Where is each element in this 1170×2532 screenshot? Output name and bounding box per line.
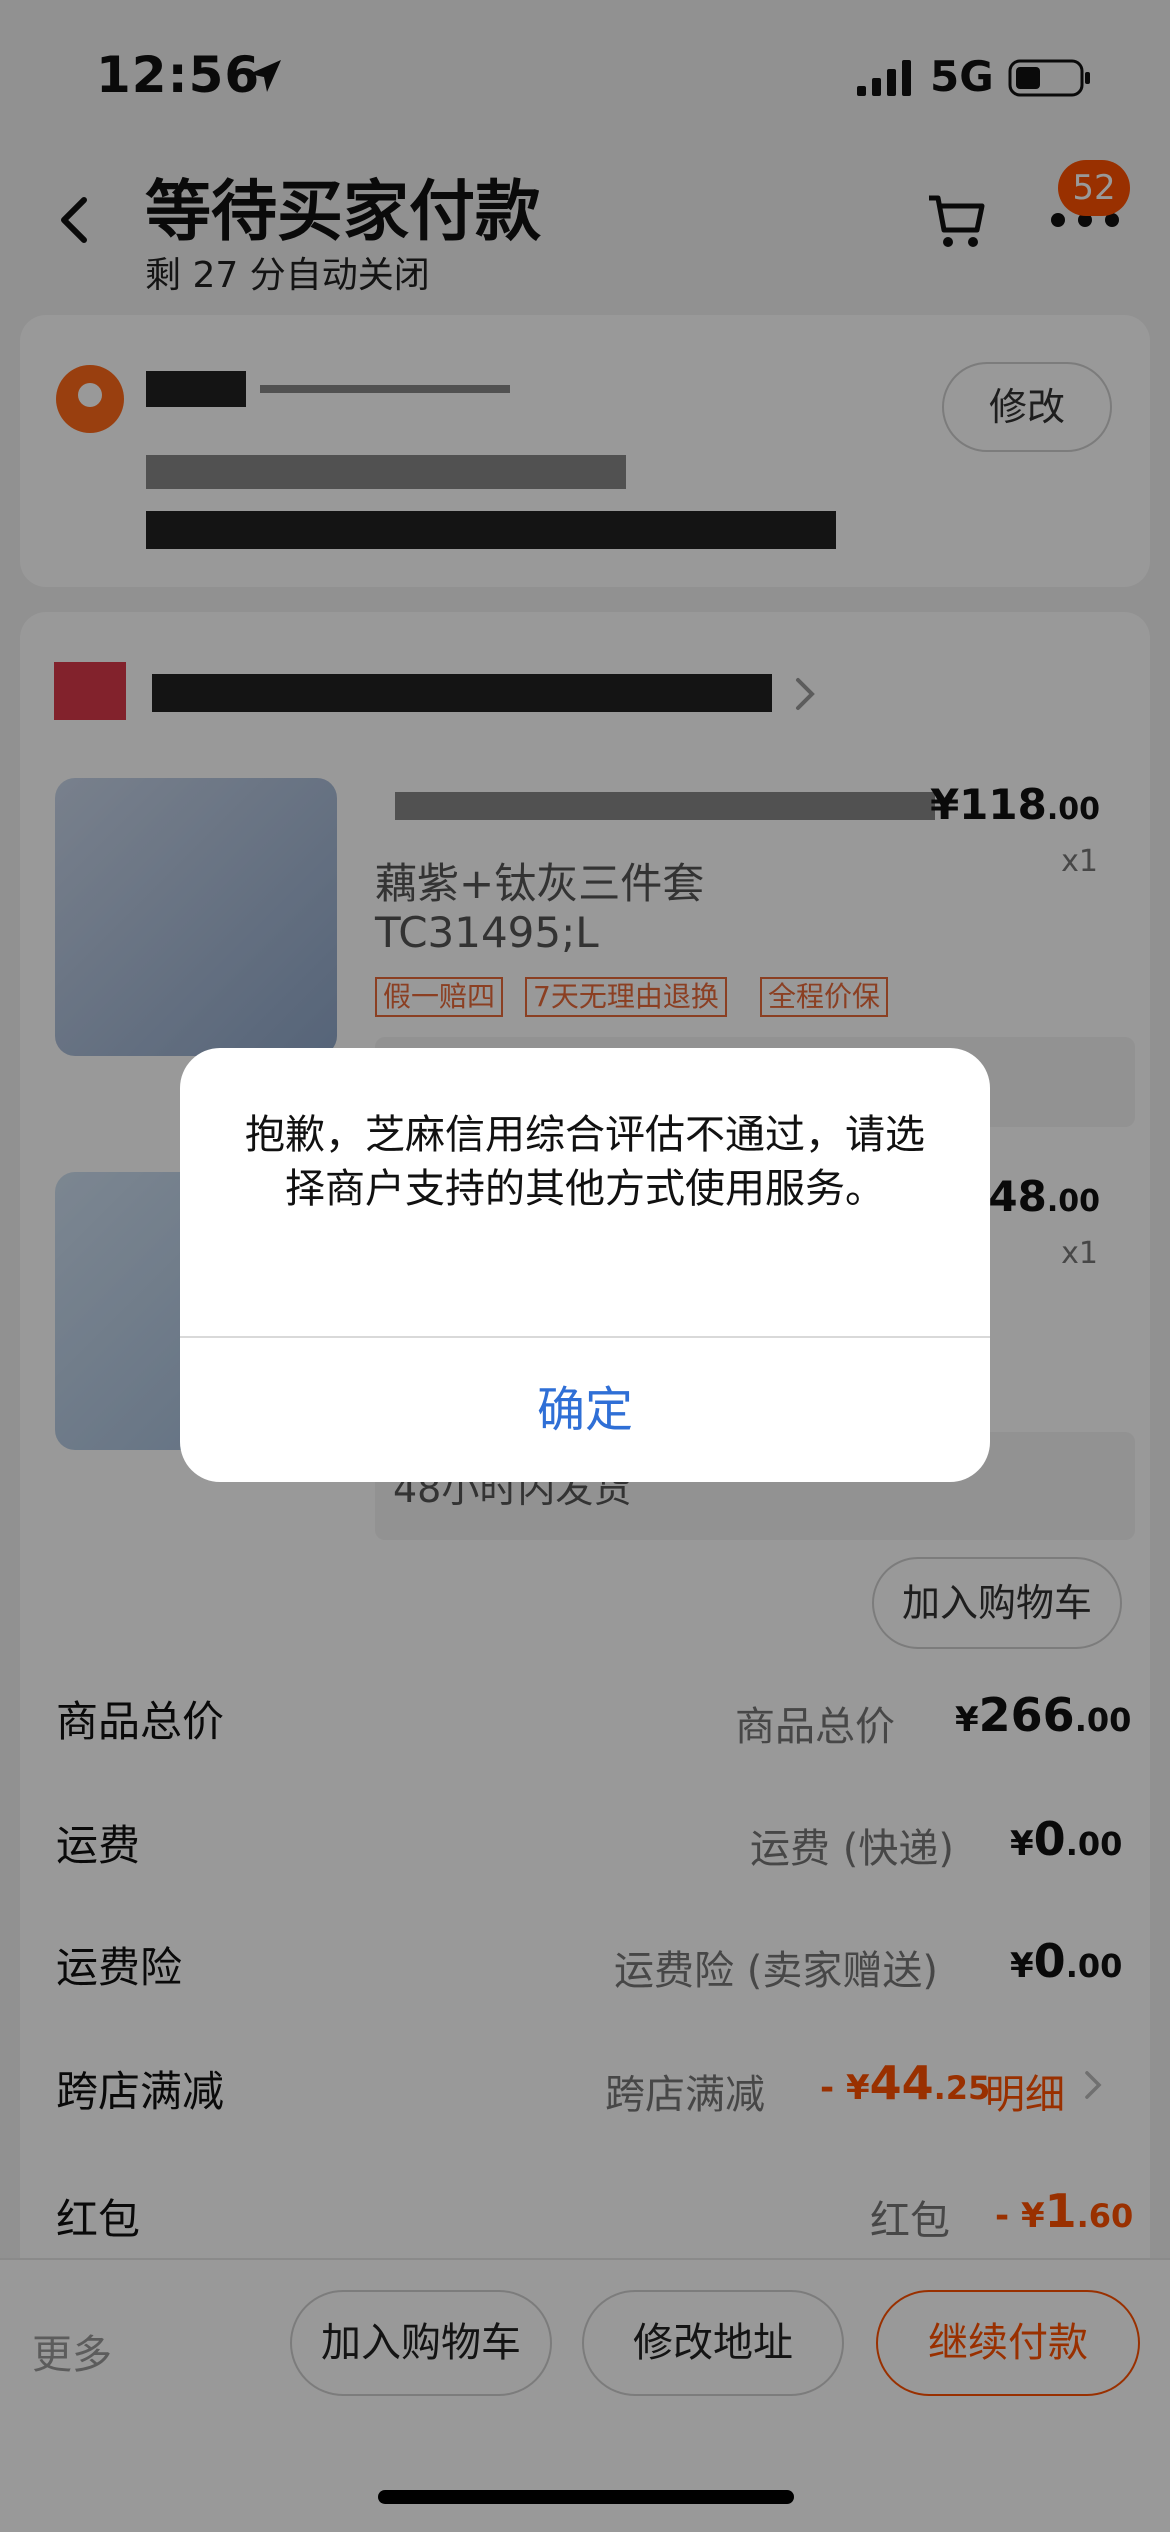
alert-dialog: 抱歉，芝麻信用综合评估不通过，请选择商户支持的其他方式使用服务。 确定 (180, 1048, 990, 1482)
alert-confirm-button[interactable]: 确定 (180, 1338, 990, 1482)
alert-message: 抱歉，芝麻信用综合评估不通过，请选择商户支持的其他方式使用服务。 (245, 1112, 925, 1212)
